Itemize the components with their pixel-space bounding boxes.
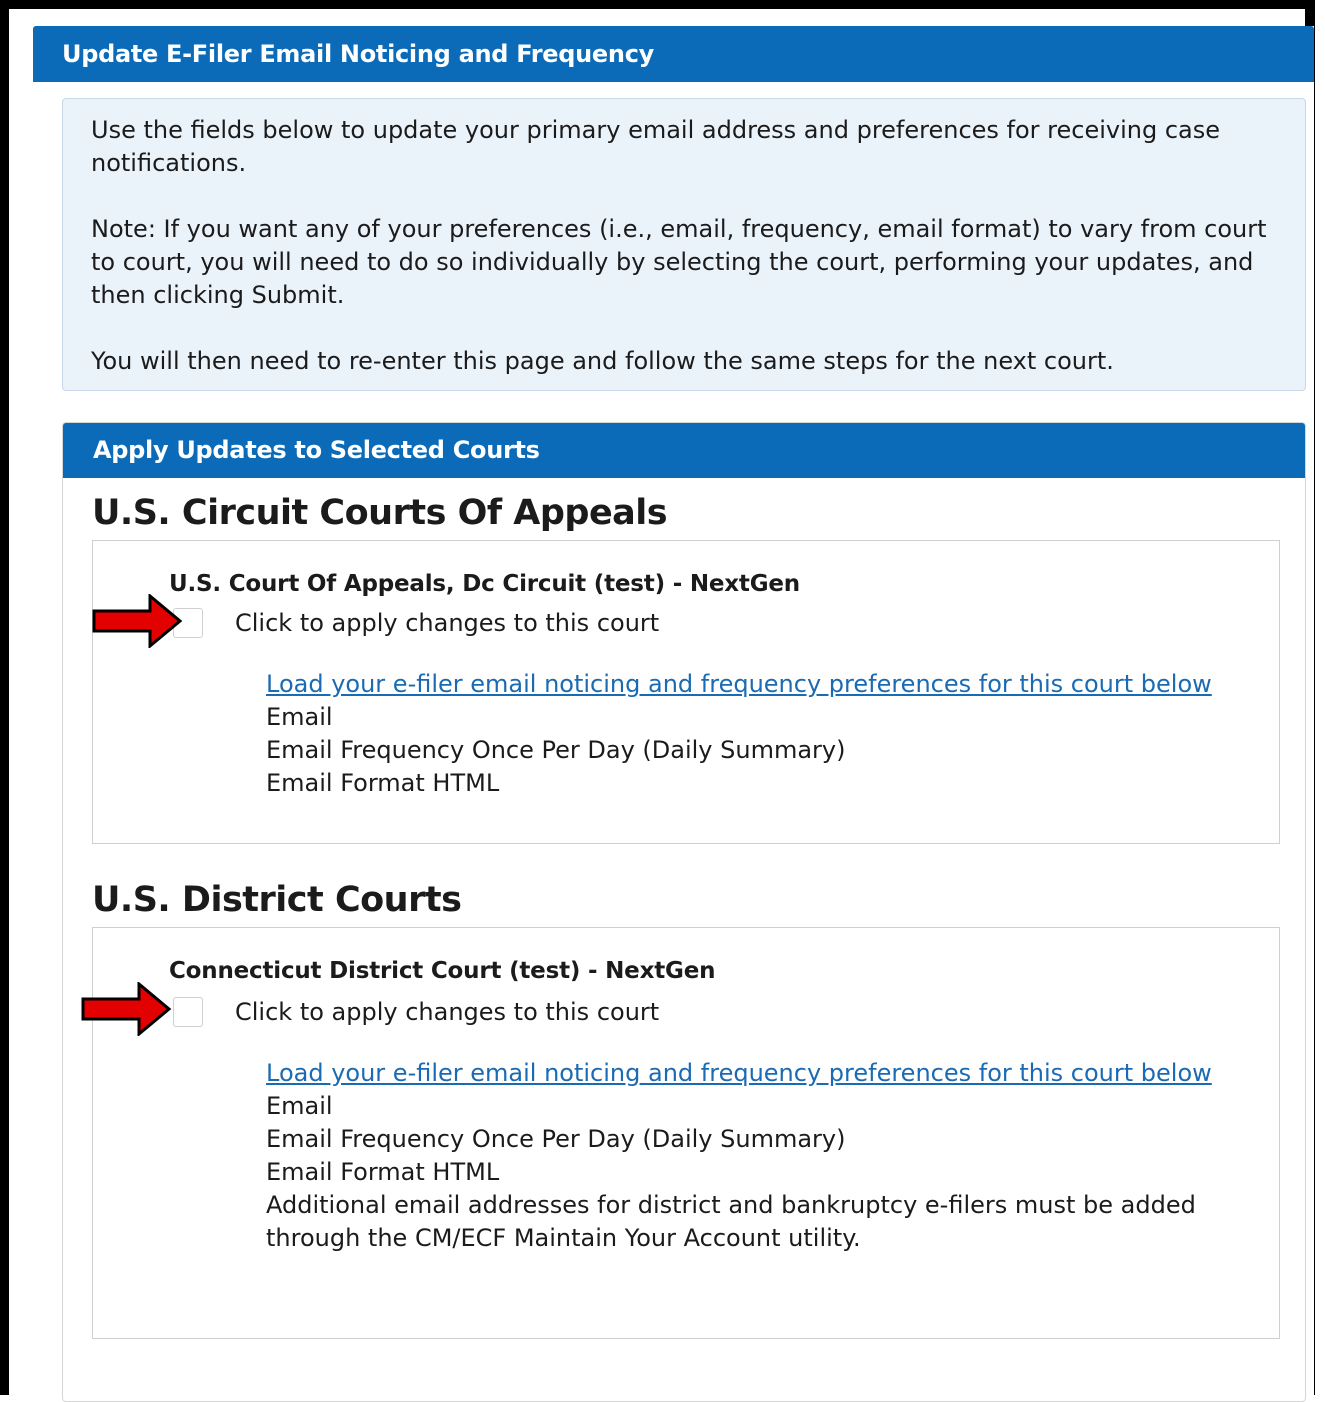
apply-court-checkbox[interactable] <box>173 997 203 1027</box>
additional-email-note: Additional email addresses for district … <box>266 1191 1196 1252</box>
load-preferences-link[interactable]: Load your e-filer email noticing and fre… <box>266 668 1226 701</box>
apply-court-label: Click to apply changes to this court <box>235 609 660 637</box>
noticing-panel: Update E-Filer Email Noticing and Freque… <box>33 26 1314 1402</box>
courts-panel: Apply Updates to Selected Courts U.S. Ci… <box>62 422 1306 1402</box>
instructions-text-1: Use the fields below to update your prim… <box>91 116 1221 177</box>
load-preferences-link[interactable]: Load your e-filer email noticing and fre… <box>266 1057 1226 1090</box>
apply-court-label: Click to apply changes to this court <box>235 998 660 1026</box>
court-box-dc-circuit: U.S. Court Of Appeals, Dc Circuit (test)… <box>92 540 1280 844</box>
section-title-circuit: U.S. Circuit Courts Of Appeals <box>92 493 668 533</box>
courts-panel-title: Apply Updates to Selected Courts <box>63 423 1305 478</box>
apply-court-row[interactable]: Click to apply changes to this court <box>173 995 659 1029</box>
red-arrow-right-icon <box>81 982 172 1036</box>
instructions-box: Use the fields below to update your prim… <box>62 98 1306 391</box>
instructions-text-3: You will then need to re-enter this page… <box>91 347 1114 375</box>
court-name: Connecticut District Court (test) - Next… <box>169 958 716 984</box>
apply-court-row[interactable]: Click to apply changes to this court <box>173 606 659 640</box>
page-title: Update E-Filer Email Noticing and Freque… <box>33 26 1314 82</box>
court-preferences: Load your e-filer email noticing and fre… <box>266 668 1226 800</box>
email-format: Email Format HTML <box>266 1158 500 1186</box>
section-title-district: U.S. District Courts <box>92 880 462 920</box>
court-preferences: Load your e-filer email noticing and fre… <box>266 1057 1226 1255</box>
court-box-connecticut: Connecticut District Court (test) - Next… <box>92 927 1280 1339</box>
court-name: U.S. Court Of Appeals, Dc Circuit (test)… <box>169 571 800 597</box>
email-frequency: Email Frequency Once Per Day (Daily Summ… <box>266 1125 846 1153</box>
email-frequency: Email Frequency Once Per Day (Daily Summ… <box>266 736 846 764</box>
instructions-text-2: Note: If you want any of your preference… <box>91 215 1267 309</box>
email-format: Email Format HTML <box>266 769 500 797</box>
email-label: Email <box>266 703 333 731</box>
red-arrow-right-icon <box>92 594 183 648</box>
email-label: Email <box>266 1092 333 1120</box>
